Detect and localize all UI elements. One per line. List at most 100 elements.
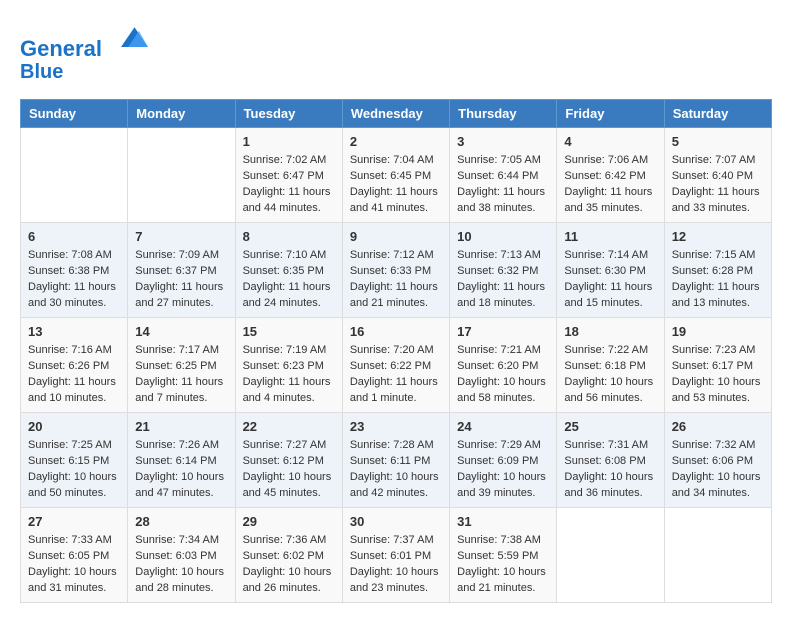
calendar-cell: 3 Sunrise: 7:05 AM Sunset: 6:44 PM Daylig… — [450, 128, 557, 223]
logo-text: General — [20, 20, 148, 61]
day-number: 14 — [135, 323, 227, 341]
day-info: Sunrise: 7:33 AM Sunset: 6:05 PM Dayligh… — [28, 533, 120, 597]
calendar-cell: 5 Sunrise: 7:07 AM Sunset: 6:40 PM Daylig… — [664, 128, 771, 223]
day-of-week-header: Sunday — [21, 100, 128, 128]
calendar-cell: 8 Sunrise: 7:10 AM Sunset: 6:35 PM Daylig… — [235, 223, 342, 318]
calendar-week-row: 1 Sunrise: 7:02 AM Sunset: 6:47 PM Daylig… — [21, 128, 772, 223]
day-info: Sunrise: 7:23 AM Sunset: 6:17 PM Dayligh… — [672, 343, 764, 407]
calendar-cell: 13Sunrise: 7:16 AM Sunset: 6:26 PM Dayli… — [21, 318, 128, 413]
calendar-cell: 1 Sunrise: 7:02 AM Sunset: 6:47 PM Daylig… — [235, 128, 342, 223]
day-number: 10 — [457, 228, 549, 246]
day-info: Sunrise: 7:19 AM Sunset: 6:23 PM Dayligh… — [243, 343, 335, 407]
calendar-week-row: 20 Sunrise: 7:25 AM Sunset: 6:15 PM Dayli… — [21, 413, 772, 508]
calendar-week-row: 13Sunrise: 7:16 AM Sunset: 6:26 PM Dayli… — [21, 318, 772, 413]
calendar-cell: 21 Sunrise: 7:26 AM Sunset: 6:14 PM Dayli… — [128, 413, 235, 508]
day-number: 13 — [28, 323, 120, 341]
calendar-table: SundayMondayTuesdayWednesdayThursdayFrid… — [20, 99, 772, 603]
day-number: 6 — [28, 228, 120, 246]
calendar-cell — [557, 507, 664, 602]
calendar-cell: 2Sunrise: 7:04 AM Sunset: 6:45 PM Daylig… — [342, 128, 449, 223]
logo-icon — [112, 20, 148, 56]
calendar-cell: 15 Sunrise: 7:19 AM Sunset: 6:23 PM Dayli… — [235, 318, 342, 413]
calendar-cell: 19 Sunrise: 7:23 AM Sunset: 6:17 PM Dayli… — [664, 318, 771, 413]
day-info: Sunrise: 7:37 AM Sunset: 6:01 PM Dayligh… — [350, 533, 442, 597]
calendar-cell — [664, 507, 771, 602]
day-number: 3 — [457, 133, 549, 151]
day-number: 8 — [243, 228, 335, 246]
day-info: Sunrise: 7:17 AM Sunset: 6:25 PM Dayligh… — [135, 343, 227, 407]
calendar-cell: 7 Sunrise: 7:09 AM Sunset: 6:37 PM Daylig… — [128, 223, 235, 318]
calendar-cell: 26 Sunrise: 7:32 AM Sunset: 6:06 PM Dayli… — [664, 413, 771, 508]
day-info: Sunrise: 7:07 AM Sunset: 6:40 PM Dayligh… — [672, 153, 764, 217]
day-info: Sunrise: 7:32 AM Sunset: 6:06 PM Dayligh… — [672, 438, 764, 502]
day-info: Sunrise: 7:36 AM Sunset: 6:02 PM Dayligh… — [243, 533, 335, 597]
calendar-week-row: 6 Sunrise: 7:08 AM Sunset: 6:38 PM Daylig… — [21, 223, 772, 318]
day-info: Sunrise: 7:21 AM Sunset: 6:20 PM Dayligh… — [457, 343, 549, 407]
calendar-cell: 22Sunrise: 7:27 AM Sunset: 6:12 PM Dayli… — [235, 413, 342, 508]
calendar-cell: 29Sunrise: 7:36 AM Sunset: 6:02 PM Dayli… — [235, 507, 342, 602]
day-number: 17 — [457, 323, 549, 341]
day-number: 28 — [135, 513, 227, 531]
day-number: 9 — [350, 228, 442, 246]
day-info: Sunrise: 7:38 AM Sunset: 5:59 PM Dayligh… — [457, 533, 549, 597]
calendar-cell: 25 Sunrise: 7:31 AM Sunset: 6:08 PM Dayli… — [557, 413, 664, 508]
day-info: Sunrise: 7:26 AM Sunset: 6:14 PM Dayligh… — [135, 438, 227, 502]
day-number: 27 — [28, 513, 120, 531]
day-number: 31 — [457, 513, 549, 531]
day-info: Sunrise: 7:34 AM Sunset: 6:03 PM Dayligh… — [135, 533, 227, 597]
calendar-cell: 28 Sunrise: 7:34 AM Sunset: 6:03 PM Dayli… — [128, 507, 235, 602]
day-info: Sunrise: 7:09 AM Sunset: 6:37 PM Dayligh… — [135, 248, 227, 312]
calendar-cell: 4Sunrise: 7:06 AM Sunset: 6:42 PM Daylig… — [557, 128, 664, 223]
day-number: 11 — [564, 228, 656, 246]
calendar-cell: 24 Sunrise: 7:29 AM Sunset: 6:09 PM Dayli… — [450, 413, 557, 508]
day-number: 24 — [457, 418, 549, 436]
day-number: 19 — [672, 323, 764, 341]
logo: General Blue — [20, 20, 148, 83]
day-info: Sunrise: 7:10 AM Sunset: 6:35 PM Dayligh… — [243, 248, 335, 312]
day-of-week-header: Tuesday — [235, 100, 342, 128]
calendar-cell: 20 Sunrise: 7:25 AM Sunset: 6:15 PM Dayli… — [21, 413, 128, 508]
calendar-cell: 10 Sunrise: 7:13 AM Sunset: 6:32 PM Dayli… — [450, 223, 557, 318]
day-info: Sunrise: 7:05 AM Sunset: 6:44 PM Dayligh… — [457, 153, 549, 217]
calendar-cell — [21, 128, 128, 223]
day-of-week-header: Monday — [128, 100, 235, 128]
day-number: 1 — [243, 133, 335, 151]
day-number: 30 — [350, 513, 442, 531]
day-info: Sunrise: 7:28 AM Sunset: 6:11 PM Dayligh… — [350, 438, 442, 502]
day-info: Sunrise: 7:15 AM Sunset: 6:28 PM Dayligh… — [672, 248, 764, 312]
day-number: 4 — [564, 133, 656, 151]
day-info: Sunrise: 7:13 AM Sunset: 6:32 PM Dayligh… — [457, 248, 549, 312]
day-info: Sunrise: 7:25 AM Sunset: 6:15 PM Dayligh… — [28, 438, 120, 502]
day-number: 26 — [672, 418, 764, 436]
day-info: Sunrise: 7:29 AM Sunset: 6:09 PM Dayligh… — [457, 438, 549, 502]
day-info: Sunrise: 7:27 AM Sunset: 6:12 PM Dayligh… — [243, 438, 335, 502]
day-number: 15 — [243, 323, 335, 341]
day-number: 21 — [135, 418, 227, 436]
calendar-cell — [128, 128, 235, 223]
day-of-week-header: Saturday — [664, 100, 771, 128]
day-number: 12 — [672, 228, 764, 246]
calendar-cell: 9 Sunrise: 7:12 AM Sunset: 6:33 PM Daylig… — [342, 223, 449, 318]
calendar-cell: 17 Sunrise: 7:21 AM Sunset: 6:20 PM Dayli… — [450, 318, 557, 413]
day-number: 16 — [350, 323, 442, 341]
page-header: General Blue — [20, 20, 772, 83]
day-number: 23 — [350, 418, 442, 436]
day-info: Sunrise: 7:14 AM Sunset: 6:30 PM Dayligh… — [564, 248, 656, 312]
day-info: Sunrise: 7:20 AM Sunset: 6:22 PM Dayligh… — [350, 343, 442, 407]
day-number: 5 — [672, 133, 764, 151]
day-number: 7 — [135, 228, 227, 246]
day-of-week-header: Wednesday — [342, 100, 449, 128]
day-info: Sunrise: 7:08 AM Sunset: 6:38 PM Dayligh… — [28, 248, 120, 312]
calendar-cell: 27 Sunrise: 7:33 AM Sunset: 6:05 PM Dayli… — [21, 507, 128, 602]
calendar-cell: 23 Sunrise: 7:28 AM Sunset: 6:11 PM Dayli… — [342, 413, 449, 508]
calendar-header-row: SundayMondayTuesdayWednesdayThursdayFrid… — [21, 100, 772, 128]
day-info: Sunrise: 7:04 AM Sunset: 6:45 PM Dayligh… — [350, 153, 442, 217]
day-number: 18 — [564, 323, 656, 341]
day-info: Sunrise: 7:12 AM Sunset: 6:33 PM Dayligh… — [350, 248, 442, 312]
day-of-week-header: Thursday — [450, 100, 557, 128]
day-number: 20 — [28, 418, 120, 436]
day-number: 25 — [564, 418, 656, 436]
day-info: Sunrise: 7:02 AM Sunset: 6:47 PM Dayligh… — [243, 153, 335, 217]
day-info: Sunrise: 7:31 AM Sunset: 6:08 PM Dayligh… — [564, 438, 656, 502]
day-info: Sunrise: 7:22 AM Sunset: 6:18 PM Dayligh… — [564, 343, 656, 407]
